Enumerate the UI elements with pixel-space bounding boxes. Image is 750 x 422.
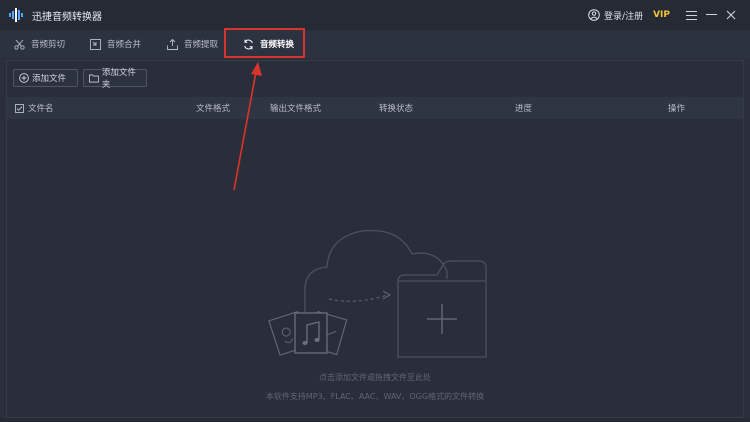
tab-audio-extract[interactable]: 音频提取 xyxy=(167,30,218,58)
app-logo-icon xyxy=(9,8,25,22)
vip-badge[interactable]: VIP xyxy=(653,10,670,20)
add-folder-button[interactable]: 添加文件夹 xyxy=(83,68,147,90)
table-header: 文件名 文件格式 输出文件格式 转换状态 进度 操作 xyxy=(7,97,743,119)
scissors-icon xyxy=(14,39,25,50)
login-button[interactable]: 登录/注册 xyxy=(588,9,643,22)
add-file-button[interactable]: 添加文件 xyxy=(13,69,78,87)
column-header-actions: 操作 xyxy=(668,104,686,114)
tab-audio-cut[interactable]: 音频剪切 xyxy=(14,30,65,58)
app-window: 迅捷音频转换器 登录/注册 VIP 音频剪切 音频合并 音频提取 音频转换 添加… xyxy=(0,0,750,422)
tab-label: 音频合并 xyxy=(107,40,142,50)
window-bottom-edge xyxy=(0,418,750,422)
add-folder-label: 添加文件夹 xyxy=(101,68,136,90)
active-tab-highlight xyxy=(224,28,305,58)
column-header-progress: 进度 xyxy=(515,104,533,114)
column-header-status: 转换状态 xyxy=(379,104,414,114)
minimize-icon xyxy=(705,14,717,15)
menu-button[interactable] xyxy=(682,6,700,24)
close-button[interactable] xyxy=(722,6,740,24)
drop-hint-primary: 点击添加文件或拖拽文件至此处 xyxy=(319,373,431,382)
close-icon xyxy=(726,10,736,20)
minimize-button[interactable] xyxy=(702,6,720,24)
column-header-output-format: 输出文件格式 xyxy=(270,104,322,114)
plus-circle-icon xyxy=(19,73,29,83)
folder-icon xyxy=(89,74,99,82)
add-file-label: 添加文件 xyxy=(32,74,67,84)
hamburger-icon xyxy=(685,10,697,20)
drop-hint-supported-formats: 本软件支持MP3、FLAC、AAC、WAV、OGG格式的文件转换 xyxy=(265,392,485,401)
column-header-filename: 文件名 xyxy=(28,104,54,114)
main-panel: 添加文件 添加文件夹 文件名 文件格式 输出文件格式 转换状态 进度 操作 点击… xyxy=(6,60,744,418)
app-title: 迅捷音频转换器 xyxy=(32,11,102,23)
drop-zone[interactable]: 点击添加文件或拖拽文件至此处 本软件支持MP3、FLAC、AAC、WAV、OGG… xyxy=(7,119,743,417)
tab-bar: 音频剪切 音频合并 音频提取 音频转换 xyxy=(0,30,750,58)
user-icon xyxy=(588,9,600,21)
merge-icon xyxy=(90,38,101,50)
tab-label: 音频提取 xyxy=(184,40,219,50)
empty-state-illustration xyxy=(268,229,487,358)
column-header-format: 文件格式 xyxy=(196,104,231,114)
toolbar: 添加文件 添加文件夹 xyxy=(7,61,743,95)
checkbox-icon xyxy=(15,103,24,113)
login-label: 登录/注册 xyxy=(604,11,644,22)
tab-audio-merge[interactable]: 音频合并 xyxy=(90,30,141,58)
title-bar: 迅捷音频转换器 登录/注册 VIP xyxy=(0,0,750,30)
select-all-checkbox[interactable]: 文件名 xyxy=(15,97,54,119)
extract-icon xyxy=(167,38,178,50)
tab-label: 音频剪切 xyxy=(31,40,66,50)
